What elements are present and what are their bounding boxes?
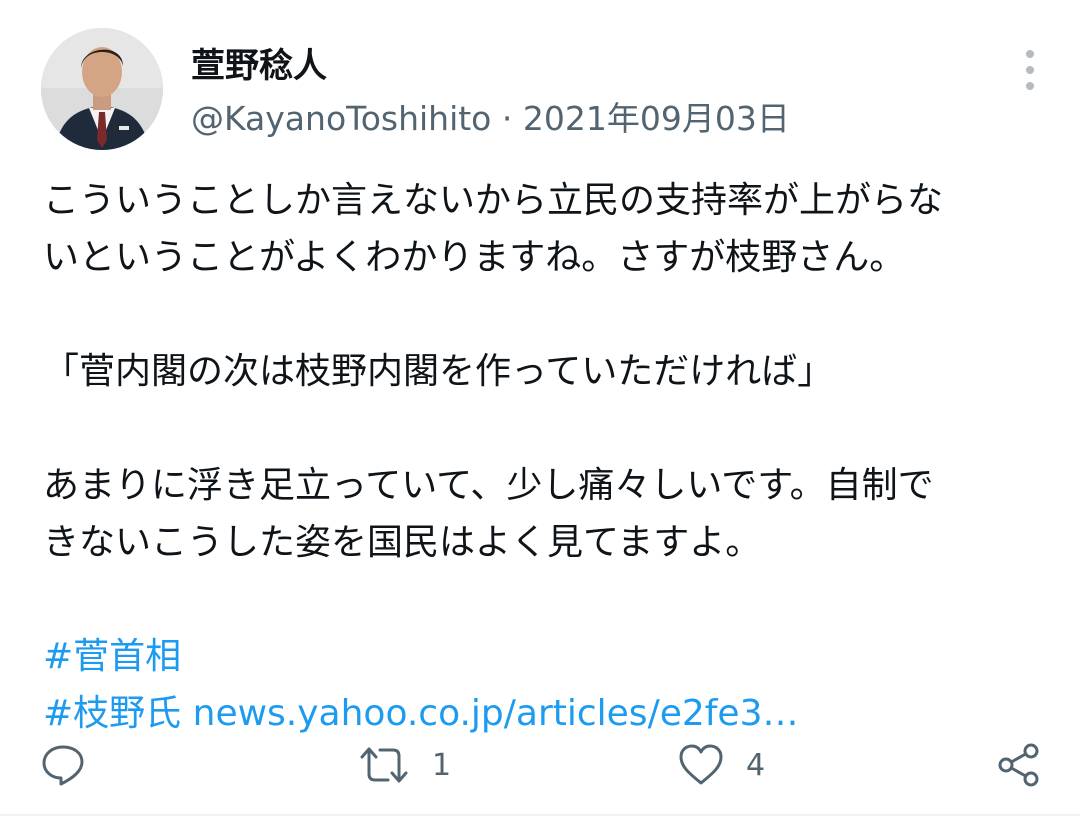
tweet-card: 萱野稔人 @KayanoToshihito · 2021年09月03日 こういう… <box>0 0 1080 820</box>
tweet-line: きないこうした姿を国民はよく見てますよ。 <box>43 522 762 563</box>
avatar-image <box>41 28 163 150</box>
tweet-line: いということがよくわかりますね。さすが枝野さん。 <box>43 237 906 278</box>
retweet-icon <box>360 747 408 783</box>
divider <box>0 814 1080 816</box>
hashtag-line: #枝野氏 news.yahoo.co.jp/articles/e2fe3… <box>43 685 1053 742</box>
tweet-date[interactable]: 2021年09月03日 <box>523 99 790 138</box>
tweet-actions: 1 4 <box>0 735 1080 795</box>
hashtag-link[interactable]: #枝野氏 <box>43 693 181 734</box>
share-icon <box>998 743 1039 787</box>
hashtag-line: #菅首相 <box>43 628 1053 685</box>
tweet-spacer <box>43 400 1053 457</box>
tweet-line: こういうことしか言えないから立民の支持率が上がらな <box>43 180 944 221</box>
retweet-count: 1 <box>432 747 452 783</box>
more-options-button[interactable] <box>1012 50 1048 90</box>
tweet-meta: @KayanoToshihito · 2021年09月03日 <box>191 92 790 140</box>
tweet-line: あまりに浮き足立っていて、少し痛々しいです。自制で <box>43 465 934 506</box>
display-name[interactable]: 萱野稔人 <box>191 38 327 87</box>
tweet-text: こういうことしか言えないから立民の支持率が上がらな いということがよくわかります… <box>43 172 1053 742</box>
more-icon-dot <box>1026 82 1034 90</box>
like-count: 4 <box>746 747 766 783</box>
tweet-spacer <box>43 571 1053 628</box>
heart-icon <box>679 744 723 785</box>
meta-separator: · <box>501 99 513 138</box>
share-button[interactable] <box>996 735 1042 795</box>
tweet-spacer <box>43 286 1053 343</box>
like-button[interactable]: 4 <box>678 735 765 795</box>
more-icon-dot <box>1026 66 1034 74</box>
reply-icon <box>42 745 84 786</box>
reply-button[interactable] <box>40 735 86 795</box>
more-icon-dot <box>1026 50 1034 58</box>
user-handle[interactable]: @KayanoToshihito <box>191 99 491 138</box>
article-link[interactable]: news.yahoo.co.jp/articles/e2fe3… <box>193 693 799 734</box>
retweet-button[interactable]: 1 <box>358 735 451 795</box>
hashtag-link[interactable]: #菅首相 <box>43 636 181 677</box>
avatar[interactable] <box>41 28 163 150</box>
tweet-line: 「菅内閣の次は枝野内閣を作っていただければ」 <box>43 351 834 392</box>
